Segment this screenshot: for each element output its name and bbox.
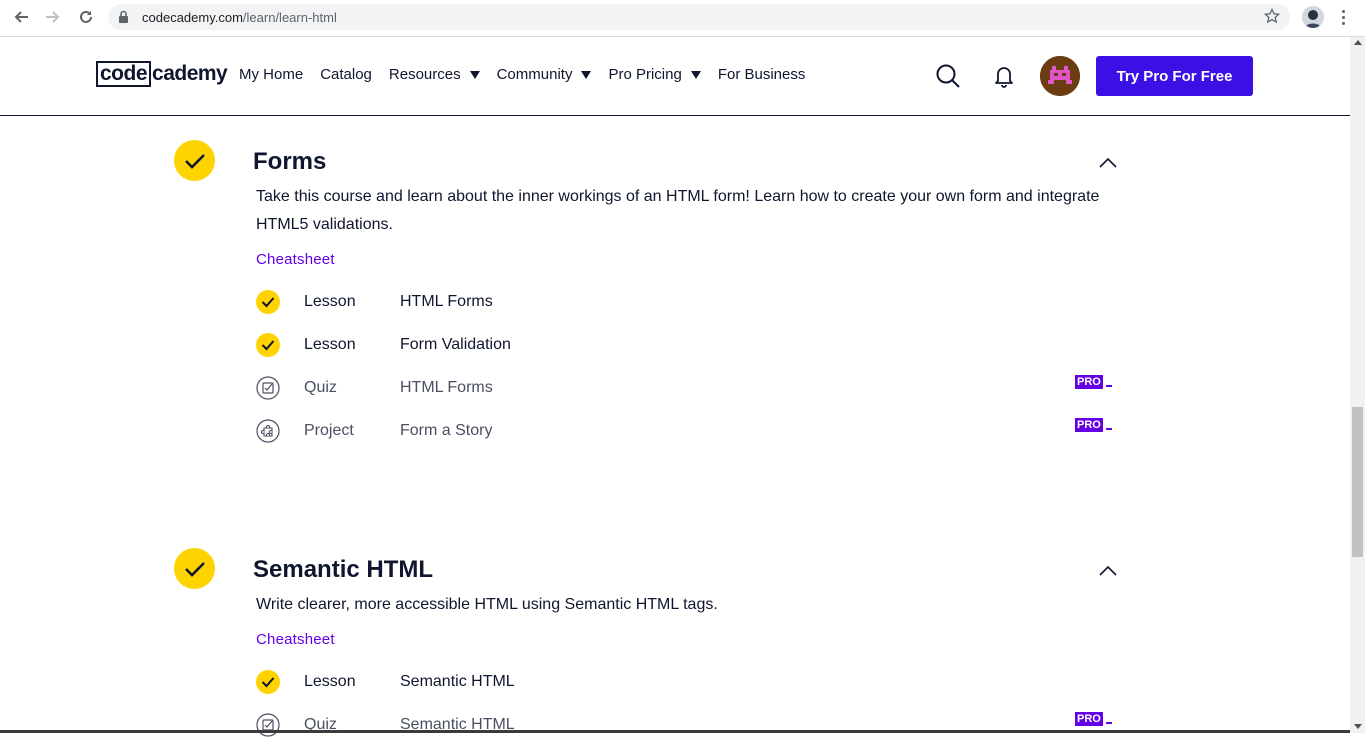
- syllabus-item[interactable]: Lesson Form Validation: [256, 332, 1116, 358]
- module-title: Forms: [253, 148, 327, 175]
- search-icon[interactable]: [935, 63, 961, 89]
- browser-toolbar: codecademy.com/learn/learn-html: [0, 0, 1365, 37]
- item-type: Lesson: [304, 293, 356, 310]
- lock-icon: [118, 10, 129, 29]
- forward-arrow-icon[interactable]: [42, 6, 64, 28]
- scrollbar-thumb[interactable]: [1352, 407, 1363, 557]
- quiz-icon: [256, 376, 280, 400]
- caret-down-icon: [690, 70, 701, 79]
- syllabus-item[interactable]: Lesson HTML Forms: [256, 289, 1116, 315]
- page-scrollbar[interactable]: [1350, 37, 1365, 733]
- item-type: Quiz: [304, 379, 337, 396]
- module-description: Take this course and learn about the inn…: [256, 188, 1100, 233]
- browser-profile-avatar[interactable]: [1302, 6, 1324, 28]
- item-name: Form a Story: [400, 422, 493, 439]
- module-complete-check-icon: [174, 140, 215, 181]
- syllabus-item[interactable]: Lesson Semantic HTML: [256, 669, 1116, 695]
- item-name: Semantic HTML: [400, 673, 515, 690]
- module-title: Semantic HTML: [253, 556, 434, 583]
- scroll-up-arrow-icon[interactable]: [1354, 40, 1362, 45]
- item-name: Form Validation: [400, 336, 511, 353]
- scroll-down-arrow-icon[interactable]: [1354, 724, 1362, 729]
- url-text: codecademy.com/learn/learn-html: [142, 10, 337, 25]
- pro-badge: PRO: [1075, 712, 1113, 730]
- nav-community[interactable]: Community: [497, 66, 592, 83]
- completed-check-icon: [256, 670, 280, 694]
- project-puzzle-icon: [256, 419, 280, 443]
- item-name: HTML Forms: [400, 293, 493, 310]
- cheatsheet-link[interactable]: Cheatsheet: [256, 251, 335, 268]
- completed-check-icon: [256, 290, 280, 314]
- address-bar[interactable]: codecademy.com/learn/learn-html: [108, 4, 1290, 30]
- syllabus-item[interactable]: Quiz Semantic HTML PRO: [256, 712, 1116, 738]
- syllabus-item[interactable]: Quiz HTML Forms PRO: [256, 375, 1116, 401]
- nav-my-home[interactable]: My Home: [239, 66, 303, 83]
- quiz-icon: [256, 713, 280, 737]
- nav-catalog[interactable]: Catalog: [320, 66, 372, 83]
- item-type: Project: [304, 422, 354, 439]
- module-complete-check-icon: [174, 548, 215, 589]
- completed-check-icon: [256, 333, 280, 357]
- site-header: code cademy My Home Catalog Resources Com…: [0, 37, 1350, 116]
- bookmark-star-icon[interactable]: [1263, 7, 1281, 29]
- cheatsheet-link[interactable]: Cheatsheet: [256, 631, 335, 648]
- module-description: Write clearer, more accessible HTML usin…: [256, 596, 718, 613]
- notification-bell-icon[interactable]: [993, 64, 1015, 88]
- item-type: Lesson: [304, 336, 356, 353]
- try-pro-button[interactable]: Try Pro For Free: [1096, 56, 1253, 96]
- caret-down-icon: [581, 70, 592, 79]
- logo-rest: cademy: [152, 62, 228, 85]
- syllabus-item[interactable]: Project Form a Story PRO: [256, 418, 1116, 444]
- pro-badge: PRO: [1075, 418, 1113, 436]
- chevron-up-icon[interactable]: [1098, 564, 1118, 578]
- nav-resources[interactable]: Resources: [389, 66, 480, 83]
- codecademy-logo[interactable]: code cademy: [96, 60, 228, 88]
- nav-for-business[interactable]: For Business: [718, 66, 806, 83]
- chevron-up-icon[interactable]: [1098, 156, 1118, 170]
- browser-menu-icon[interactable]: [1336, 7, 1350, 29]
- back-arrow-icon[interactable]: [10, 6, 32, 28]
- nav-pro-pricing[interactable]: Pro Pricing: [608, 66, 701, 83]
- logo-code-box: code: [96, 61, 152, 87]
- user-avatar[interactable]: [1040, 56, 1080, 96]
- caret-down-icon: [469, 70, 480, 79]
- reload-icon[interactable]: [75, 6, 97, 28]
- main-nav: My Home Catalog Resources Community Pro …: [239, 66, 822, 83]
- item-type: Lesson: [304, 673, 356, 690]
- pro-badge: PRO: [1075, 375, 1113, 393]
- item-name: HTML Forms: [400, 379, 493, 396]
